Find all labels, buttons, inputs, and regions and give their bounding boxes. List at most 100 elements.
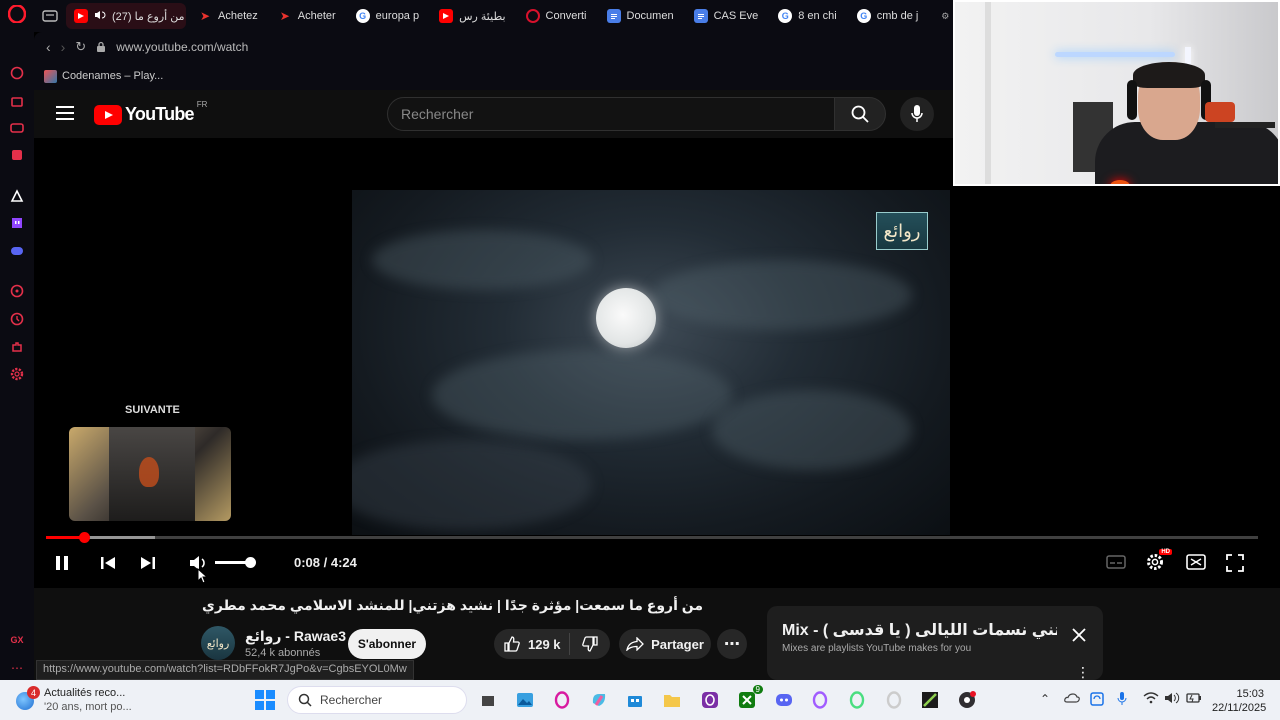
opera-air-icon[interactable] (808, 688, 832, 712)
store-icon[interactable] (623, 688, 647, 712)
browser-tab[interactable]: من أروع ما (27) (66, 3, 186, 29)
start-button[interactable] (253, 688, 277, 712)
news-widget[interactable]: 4 Actualités reco... '20 ans, mort po... (12, 686, 142, 714)
tab-audio-icon[interactable] (94, 10, 106, 23)
arrow-icon: ➤ (199, 9, 211, 23)
photos-app-icon[interactable] (513, 688, 537, 712)
gaming-icon[interactable] (9, 120, 25, 136)
search-input[interactable]: Rechercher (387, 97, 835, 131)
link-hover-url: https://www.youtube.com/watch?list=RDbFF… (36, 660, 414, 680)
search-button[interactable] (834, 97, 886, 131)
fullscreen-button[interactable] (1225, 553, 1245, 573)
notepad-app-icon[interactable] (918, 688, 942, 712)
close-mix-button[interactable] (1072, 628, 1086, 647)
channel-name[interactable]: روائع - Rawae3 (245, 628, 346, 645)
tab-label: Achetez (218, 10, 258, 22)
browser-tab[interactable]: بطيئة رس (431, 3, 513, 29)
extensions-icon[interactable] (9, 339, 25, 355)
show-hidden-icons[interactable]: ⌃ (1040, 692, 1050, 706)
opera-white-icon[interactable] (882, 688, 906, 712)
obs-icon[interactable] (955, 688, 979, 712)
reload-icon[interactable]: ↻ (75, 39, 86, 55)
like-button[interactable]: 129 k (494, 633, 570, 655)
search-icon (298, 693, 312, 707)
tab-label: europa p (375, 10, 420, 22)
opera-logo-icon[interactable] (8, 5, 26, 23)
codenames-bookmark[interactable]: Codenames – Play... (44, 69, 163, 83)
history-icon[interactable] (9, 311, 25, 327)
aria-ai-icon[interactable] (9, 65, 25, 81)
channel-avatar[interactable]: روائع (201, 626, 235, 660)
browser-tab[interactable]: Geuropa p (348, 3, 427, 29)
voice-search-button[interactable] (900, 97, 934, 131)
player-icon[interactable] (9, 283, 25, 299)
shopping-icon[interactable] (9, 93, 25, 109)
task-view-icon[interactable] (475, 688, 499, 712)
like-dislike-group: 129 k (494, 629, 610, 659)
progress-bar[interactable] (46, 536, 1258, 539)
next-button[interactable] (138, 553, 158, 573)
browser-tab[interactable]: CAS Eve (686, 3, 767, 29)
channel-watermark[interactable]: روائع (876, 212, 928, 250)
more-icon[interactable]: ⋯ (9, 660, 25, 676)
clock[interactable]: 15:03 22/11/2025 (1212, 687, 1266, 715)
browser-tab[interactable]: Converti (518, 3, 595, 29)
pause-button[interactable] (52, 553, 72, 573)
file-explorer-icon[interactable] (660, 688, 684, 712)
next-video-thumbnail[interactable] (69, 427, 231, 521)
share-label: Partager (651, 636, 704, 652)
opera-sidebar: GX ⋯ (0, 5, 34, 680)
thumbs-down-icon (582, 636, 598, 652)
browser-tab[interactable]: ➤ Acheter (270, 3, 344, 29)
gx-corner-icon[interactable]: GX (9, 632, 25, 648)
mix-options-icon[interactable]: ⋮ (1076, 664, 1090, 681)
forward-icon[interactable]: › (61, 39, 66, 55)
fullscreen-icon (1226, 554, 1244, 572)
wifi-icon[interactable] (1143, 692, 1159, 707)
subscribe-button[interactable]: S'abonner (348, 629, 426, 659)
settings-icon[interactable] (9, 366, 25, 382)
tab-overview-button[interactable] (38, 3, 62, 29)
previous-icon (101, 557, 115, 569)
windows-taskbar: 4 Actualités reco... '20 ans, mort po...… (0, 680, 1280, 720)
speaker-icon[interactable] (1164, 692, 1180, 707)
sync-icon[interactable] (1090, 692, 1104, 709)
address-bar: ‹ › ↻ www.youtube.com/watch (34, 32, 954, 62)
tabs-list: من أروع ما (27) ➤ Achetez ➤ Acheter Geuropa p… (66, 3, 993, 29)
ai-prompt-icon[interactable] (9, 188, 25, 204)
share-button[interactable]: Partager (619, 629, 711, 659)
browser-tab[interactable]: Documen (599, 3, 682, 29)
subtitles-button[interactable] (1105, 553, 1127, 571)
tab-label: cmb de j (876, 10, 919, 22)
dislike-button[interactable] (570, 636, 610, 652)
battery-icon[interactable] (1186, 692, 1202, 707)
settings-button[interactable]: HD (1144, 549, 1172, 573)
miniplayer-button[interactable] (1185, 553, 1207, 571)
more-actions-button[interactable]: ⋯ (717, 629, 747, 659)
opera-gx-icon[interactable] (698, 688, 722, 712)
microphone-tray-icon[interactable] (1117, 692, 1127, 709)
progress-scrubber[interactable] (78, 532, 90, 543)
messenger-icon[interactable] (9, 147, 25, 163)
copilot-icon[interactable] (587, 688, 611, 712)
taskbar-search-box[interactable]: Rechercher (287, 686, 467, 714)
hamburger-menu-icon[interactable] (56, 105, 74, 126)
browser-tab[interactable]: G 8 en chi (770, 3, 845, 29)
onedrive-icon[interactable] (1064, 692, 1080, 707)
opera-green-icon[interactable] (845, 688, 869, 712)
browser-tab[interactable]: ➤ Achetez (190, 3, 266, 29)
url-text[interactable]: www.youtube.com/watch (116, 40, 248, 54)
opera-taskbar-icon[interactable] (550, 688, 574, 712)
previous-button[interactable] (98, 553, 118, 573)
video-frame[interactable] (352, 190, 950, 535)
volume-knob[interactable] (245, 557, 256, 568)
browser-tab[interactable]: Gcmb de j (849, 3, 927, 29)
mix-title[interactable]: Mix - ( هزتني نسمات الليالى ( يا قدسى (782, 620, 1057, 640)
twitch-icon[interactable] (9, 216, 25, 232)
discord-taskbar-icon[interactable] (772, 688, 796, 712)
back-icon[interactable]: ‹ (46, 39, 51, 55)
news-title: Actualités reco... (44, 687, 126, 699)
xbox-icon[interactable]: 9 (735, 685, 763, 712)
discord-icon[interactable] (9, 243, 25, 259)
youtube-logo[interactable]: YouTube FR (94, 100, 207, 125)
